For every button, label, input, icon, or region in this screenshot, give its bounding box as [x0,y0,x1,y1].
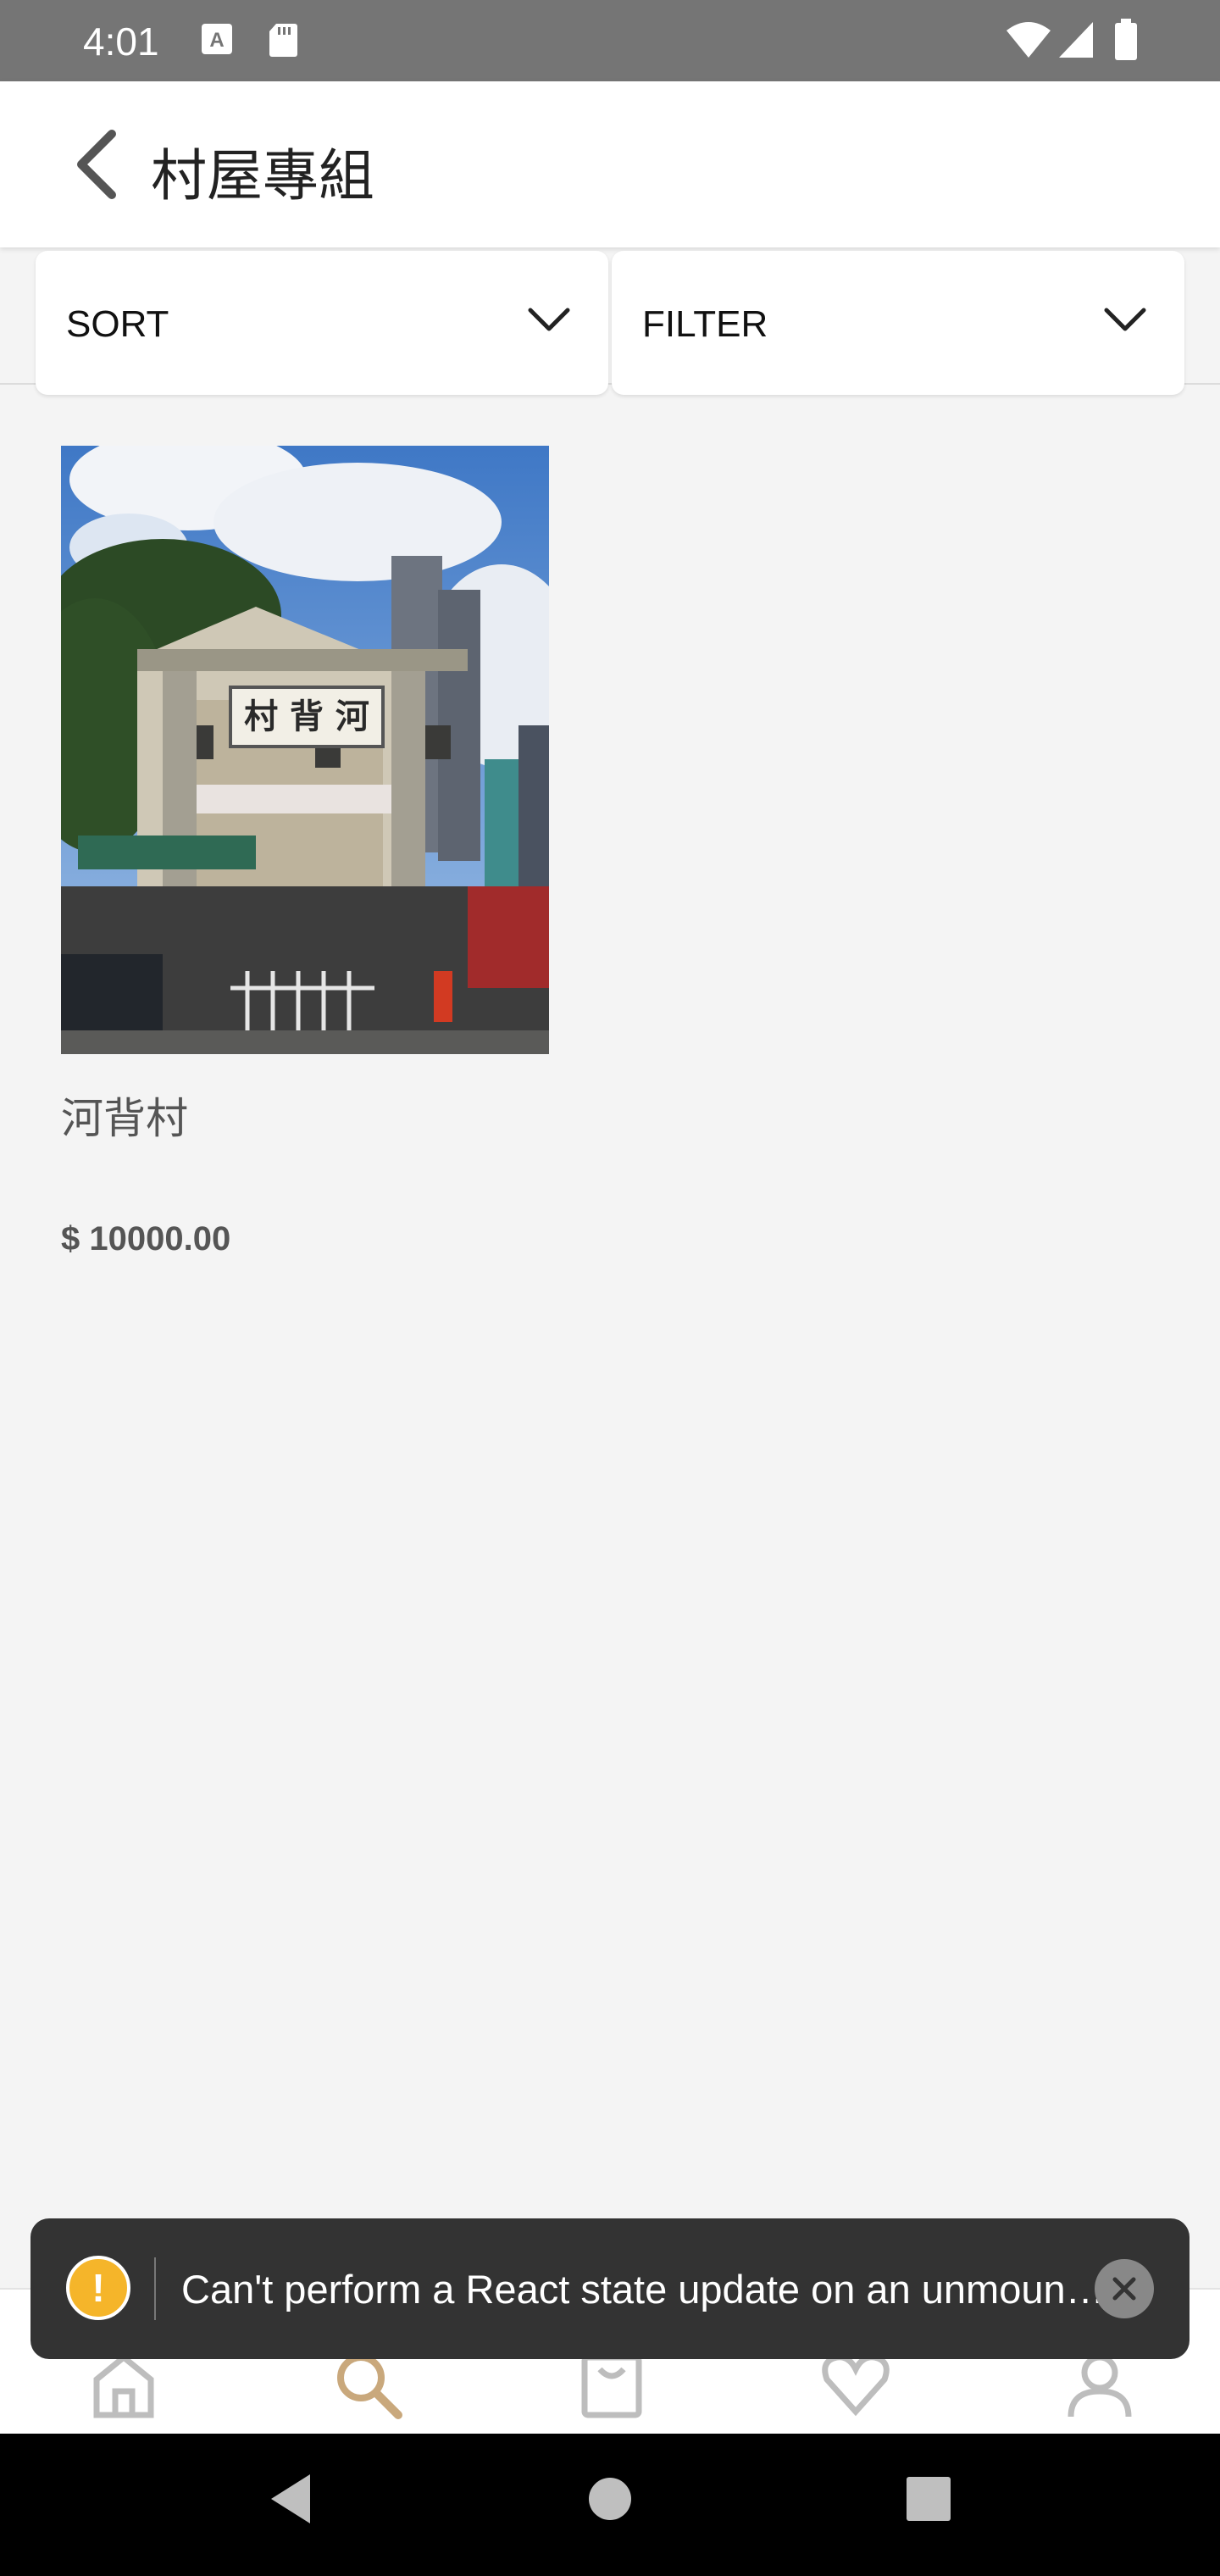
sd-card-icon [268,22,298,62]
toast-message: Can't perform a React state update on an… [181,2267,1110,2312]
close-icon [1112,2277,1136,2301]
warning-icon: ! [66,2256,130,2320]
chevron-down-icon [528,308,570,331]
wifi-icon [1005,20,1052,64]
home-icon [93,2353,154,2418]
back-triangle-icon[interactable] [264,2469,315,2533]
chevron-down-icon [1104,308,1146,331]
product-image[interactable]: 村 背 河 [61,446,549,1054]
person-icon [1068,2354,1132,2418]
svg-text:A: A [209,29,224,52]
heart-icon [822,2354,890,2417]
home-circle-icon[interactable] [586,2469,637,2533]
product-card[interactable]: 村 背 河 河背村 $ 10000.00 [61,446,549,1258]
product-name[interactable]: 河背村 [61,1085,549,1146]
product-price: $ 10000.00 [61,1220,231,1257]
filter-label: FILTER [642,303,768,345]
warning-toast[interactable]: ! Can't perform a React state update on … [30,2218,1190,2359]
toast-divider [154,2257,156,2320]
text-a-icon: A [200,22,234,60]
recents-square-icon[interactable] [903,2469,954,2533]
battery-icon [1113,19,1139,65]
chevron-left-icon [77,130,116,199]
cellular-signal-icon [1057,20,1095,64]
toast-close-button[interactable] [1095,2259,1154,2318]
status-bar: 4:01 A [0,0,1220,81]
system-nav-bar [0,2434,1220,2576]
sort-label: SORT [66,303,169,345]
bag-icon [581,2354,642,2418]
search-icon [337,2354,402,2419]
sort-dropdown[interactable]: SORT [36,251,608,395]
product-sign-text: 村 背 河 [244,697,369,736]
page-title: 村屋專組 [151,143,374,208]
back-button[interactable] [68,127,136,202]
app-header: 村屋專組 [0,81,1220,247]
status-time: 4:01 [83,19,159,64]
filter-dropdown[interactable]: FILTER [612,251,1184,395]
